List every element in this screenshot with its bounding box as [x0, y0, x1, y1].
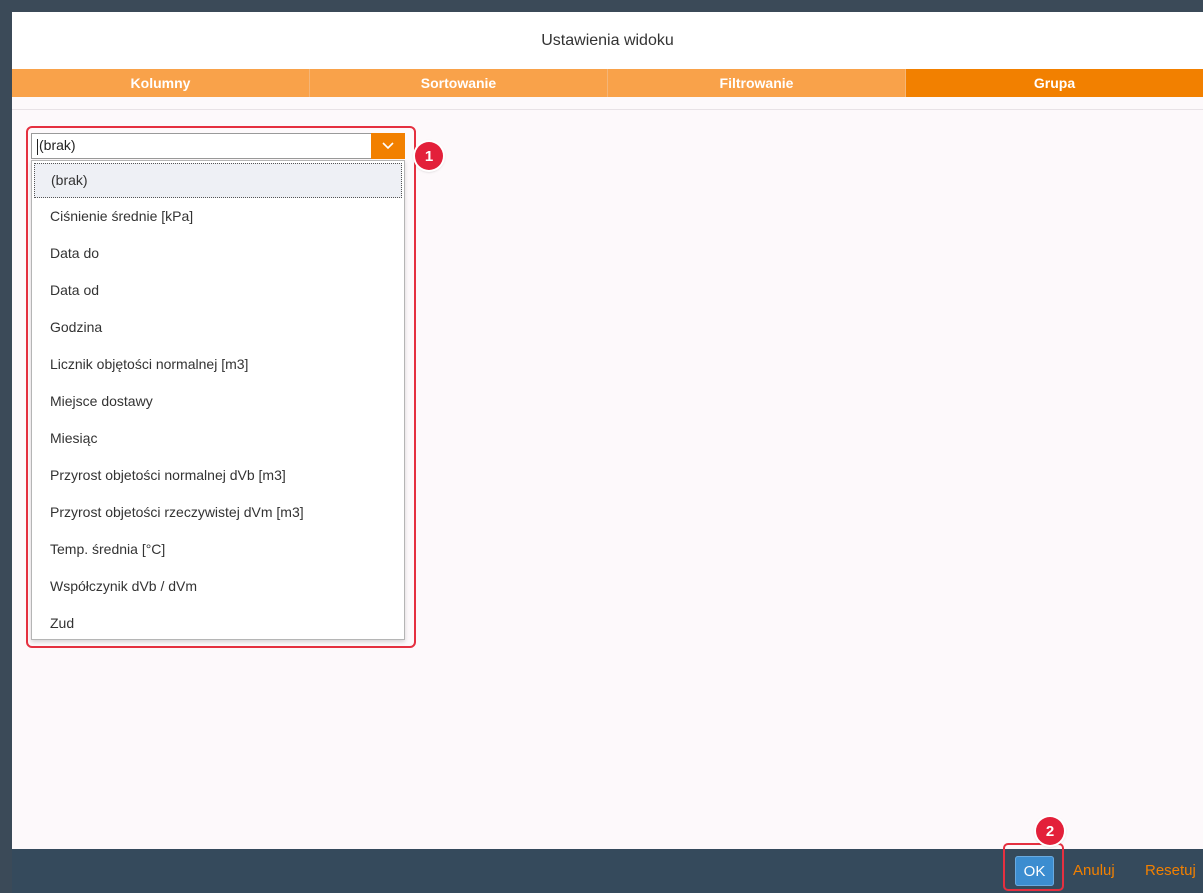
- tab-filtrowanie[interactable]: Filtrowanie: [608, 69, 906, 97]
- option-wspolczynnik[interactable]: Współczynik dVb / dVm: [32, 568, 404, 605]
- option-temp-srednia[interactable]: Temp. średnia [°C]: [32, 531, 404, 568]
- dropdown-toggle-button[interactable]: [371, 133, 405, 159]
- reset-button[interactable]: Resetuj: [1145, 862, 1196, 879]
- group-by-dropdown-list: (brak) Ciśnienie średnie [kPa] Data do D…: [31, 160, 405, 640]
- tab-grupa[interactable]: Grupa: [906, 69, 1203, 97]
- annotation-badge-1: 1: [415, 142, 443, 170]
- view-settings-dialog: Ustawienia widoku Kolumny Sortowanie Fil…: [12, 12, 1203, 893]
- dialog-footer: 2 OK Anuluj Resetuj: [12, 817, 1203, 893]
- dialog-header: Ustawienia widoku: [12, 12, 1203, 69]
- tab-bar: Kolumny Sortowanie Filtrowanie Grupa: [12, 69, 1203, 97]
- annotation-badge-2: 2: [1036, 817, 1064, 845]
- option-zud[interactable]: Zud: [32, 605, 404, 642]
- option-cisnienie-srednie[interactable]: Ciśnienie średnie [kPa]: [32, 198, 404, 235]
- option-miesiac[interactable]: Miesiąc: [32, 420, 404, 457]
- tab-sortowanie[interactable]: Sortowanie: [310, 69, 608, 97]
- chevron-down-icon: [382, 142, 394, 150]
- group-by-select[interactable]: (brak): [31, 133, 405, 159]
- cancel-button[interactable]: Anuluj: [1073, 862, 1115, 879]
- dialog-title: Ustawienia widoku: [541, 31, 674, 49]
- option-godzina[interactable]: Godzina: [32, 309, 404, 346]
- group-by-select-value[interactable]: (brak): [32, 137, 371, 155]
- option-miejsce-dostawy[interactable]: Miejsce dostawy: [32, 383, 404, 420]
- group-by-selected-text: (brak): [39, 137, 76, 154]
- option-data-do[interactable]: Data do: [32, 235, 404, 272]
- option-przyrost-normalnej[interactable]: Przyrost objetości normalnej dVb [m3]: [32, 457, 404, 494]
- option-przyrost-rzeczywistej[interactable]: Przyrost objetości rzeczywistej dVm [m3]: [32, 494, 404, 531]
- ok-button[interactable]: OK: [1015, 856, 1054, 886]
- option-licznik-objetosci[interactable]: Licznik objętości normalnej [m3]: [32, 346, 404, 383]
- option-brak[interactable]: (brak): [34, 163, 402, 198]
- group-panel: (brak) (brak) Ciśnienie średnie [kPa] Da…: [12, 109, 1203, 849]
- text-cursor: [37, 138, 38, 155]
- tab-kolumny[interactable]: Kolumny: [12, 69, 310, 97]
- option-data-od[interactable]: Data od: [32, 272, 404, 309]
